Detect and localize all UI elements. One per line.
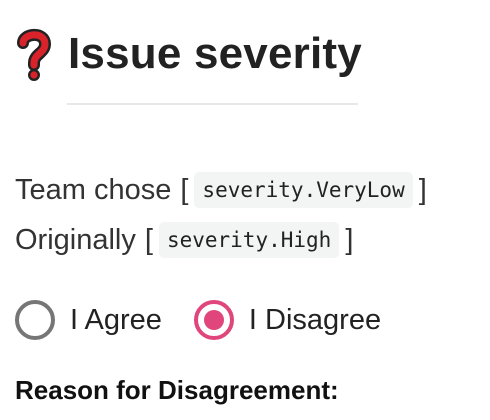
title-divider <box>67 103 358 105</box>
original-prefix: Originally <box>15 224 136 256</box>
page-title: Issue severity <box>68 29 362 78</box>
question-mark-icon <box>14 26 54 82</box>
team-choice-line: Team chose [ severity.VeryLow ] <box>15 170 427 210</box>
reason-heading: Reason for Disagreement: <box>15 375 339 405</box>
disagree-label[interactable]: I Disagree <box>249 298 381 342</box>
original-line: Originally [ severity.High ] <box>15 220 353 260</box>
team-choice-open-bracket: [ <box>180 174 189 206</box>
team-choice-close-bracket: ] <box>418 174 427 206</box>
team-choice-prefix: Team chose <box>15 174 172 206</box>
agree-option[interactable]: I Agree <box>15 298 162 342</box>
team-choice-value: severity.VeryLow <box>194 172 413 208</box>
disagree-radio[interactable] <box>193 300 234 340</box>
original-close-bracket: ] <box>345 224 354 256</box>
agree-label[interactable]: I Agree <box>70 298 162 342</box>
page-header: Issue severity <box>14 26 362 82</box>
original-value: severity.High <box>158 222 340 258</box>
original-open-bracket: [ <box>144 224 153 256</box>
agree-radio[interactable] <box>15 300 55 340</box>
disagree-option[interactable]: I Disagree <box>193 298 381 342</box>
issue-severity-page: Issue severity Team chose [ severity.Ver… <box>0 0 490 420</box>
agreement-radio-group: I Agree I Disagree <box>15 298 381 342</box>
